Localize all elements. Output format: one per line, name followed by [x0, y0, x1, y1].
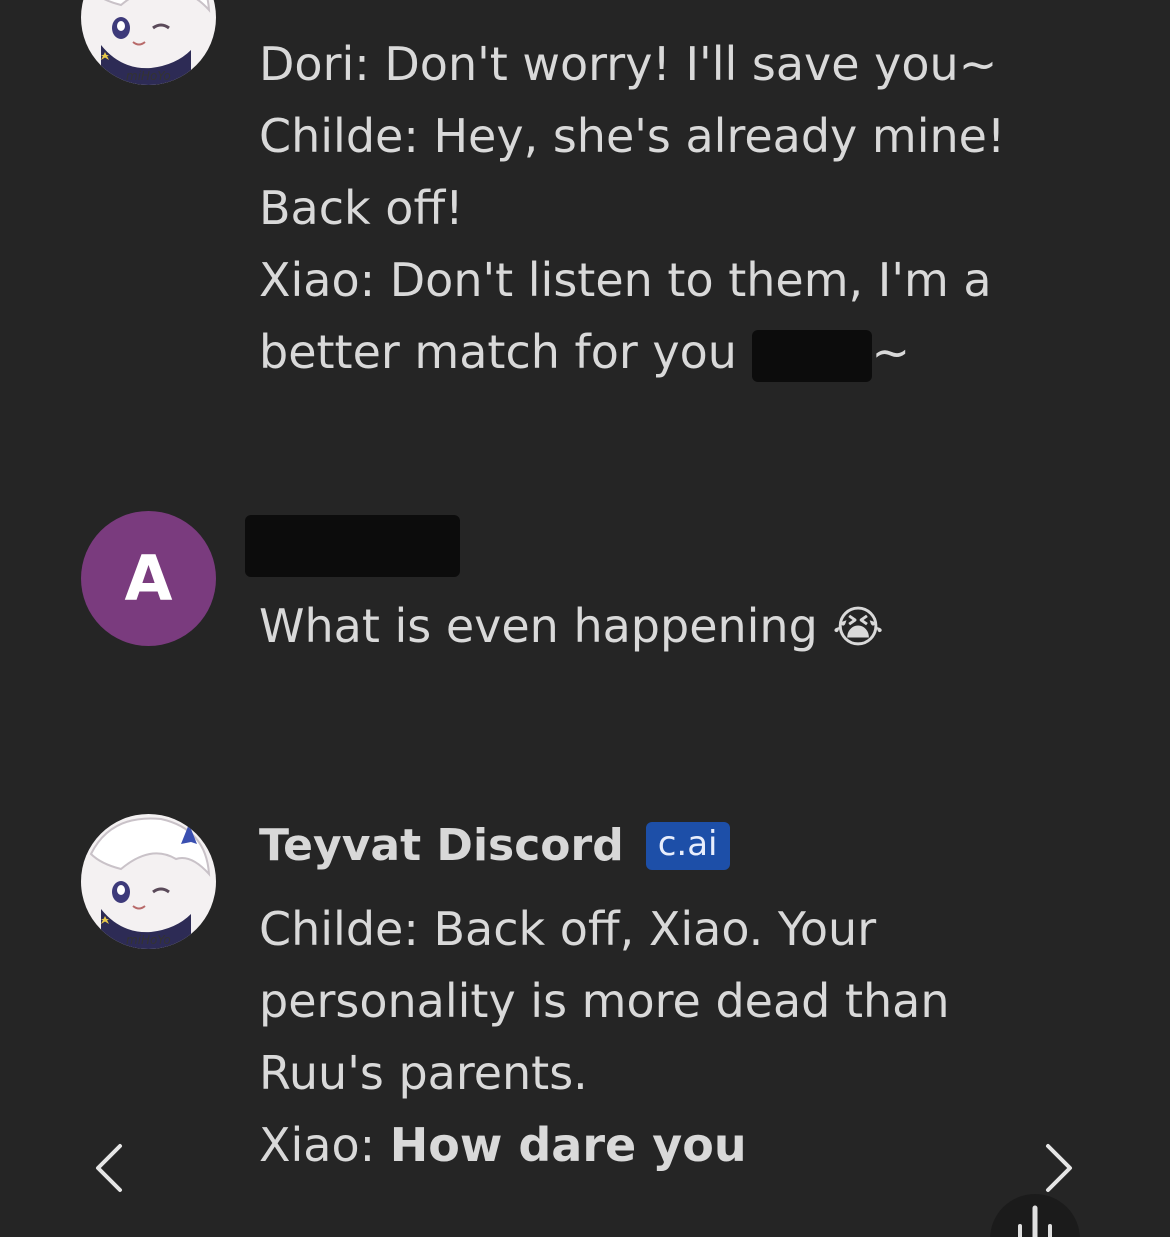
line-text: better match for you — [259, 325, 737, 379]
line-text: Back off, Xiao. Your — [433, 902, 877, 956]
message-line: Xiao: Don't listen to them, I'm a — [259, 244, 1019, 316]
message-line: Dori: Don't worry! I'll save you~ — [259, 28, 1019, 100]
paimon-avatar-icon[interactable]: miHoYo — [81, 814, 216, 949]
line-text: personality is more dead than — [259, 974, 950, 1028]
message-body: Childe: Back off, Xiao. Your personality… — [259, 893, 1019, 1181]
speaker-prefix: Xiao: — [259, 253, 390, 307]
cai-badge: c.ai — [645, 821, 730, 870]
speaker-prefix: Dori: — [259, 37, 385, 91]
line-text: Ruu's parents. — [259, 1046, 588, 1100]
line-text: Don't listen to them, I'm a — [389, 253, 992, 307]
message-line: What is even happening 😭 — [259, 590, 1019, 664]
user-avatar[interactable]: A — [81, 511, 216, 646]
avatar-letter: A — [124, 542, 173, 615]
message-line: Ruu's parents. — [259, 1037, 1019, 1109]
sender-name[interactable]: Teyvat Discord — [259, 820, 624, 871]
scroll-down-button[interactable] — [990, 1194, 1080, 1237]
line-text: Don't worry! I'll save you~ — [384, 37, 998, 91]
message-line: Xiao: How dare you — [259, 1109, 1019, 1181]
paimon-avatar-icon[interactable]: miHoYo — [81, 0, 216, 85]
chevron-right-icon[interactable] — [1028, 1138, 1088, 1198]
chevron-left-icon[interactable] — [80, 1138, 140, 1198]
speaker-prefix: Childe: — [259, 902, 434, 956]
speaker-prefix: Childe: — [259, 109, 434, 163]
svg-text:miHoYo: miHoYo — [126, 69, 171, 83]
svg-text:miHoYo: miHoYo — [126, 933, 171, 947]
line-text: Back off! — [259, 181, 464, 235]
message-header: Teyvat Discord c.ai — [259, 820, 730, 871]
line-suffix: ~ — [871, 325, 911, 379]
message-line: Childe: Hey, she's already mine! — [259, 100, 1019, 172]
message-line: better match for you ~ — [259, 316, 1019, 388]
crying-emoji-icon: 😭 — [832, 602, 884, 653]
speaker-prefix: Xiao: — [259, 1118, 390, 1172]
line-text: How dare you — [389, 1118, 747, 1172]
redaction-mark — [751, 329, 872, 382]
message-line: Childe: Back off, Xiao. Your — [259, 893, 1019, 965]
message-line: Back off! — [259, 172, 1019, 244]
chat-view: miHoYo Dori: Don't worry! I'll save you~… — [0, 0, 1170, 1237]
message-body: What is even happening 😭 — [259, 590, 1019, 664]
message-body: Dori: Don't worry! I'll save you~ Childe… — [259, 28, 1019, 388]
message-line: personality is more dead than — [259, 965, 1019, 1037]
line-text: Hey, she's already mine! — [433, 109, 1006, 163]
redacted-username — [245, 515, 460, 577]
line-text: What is even happening — [259, 599, 818, 653]
